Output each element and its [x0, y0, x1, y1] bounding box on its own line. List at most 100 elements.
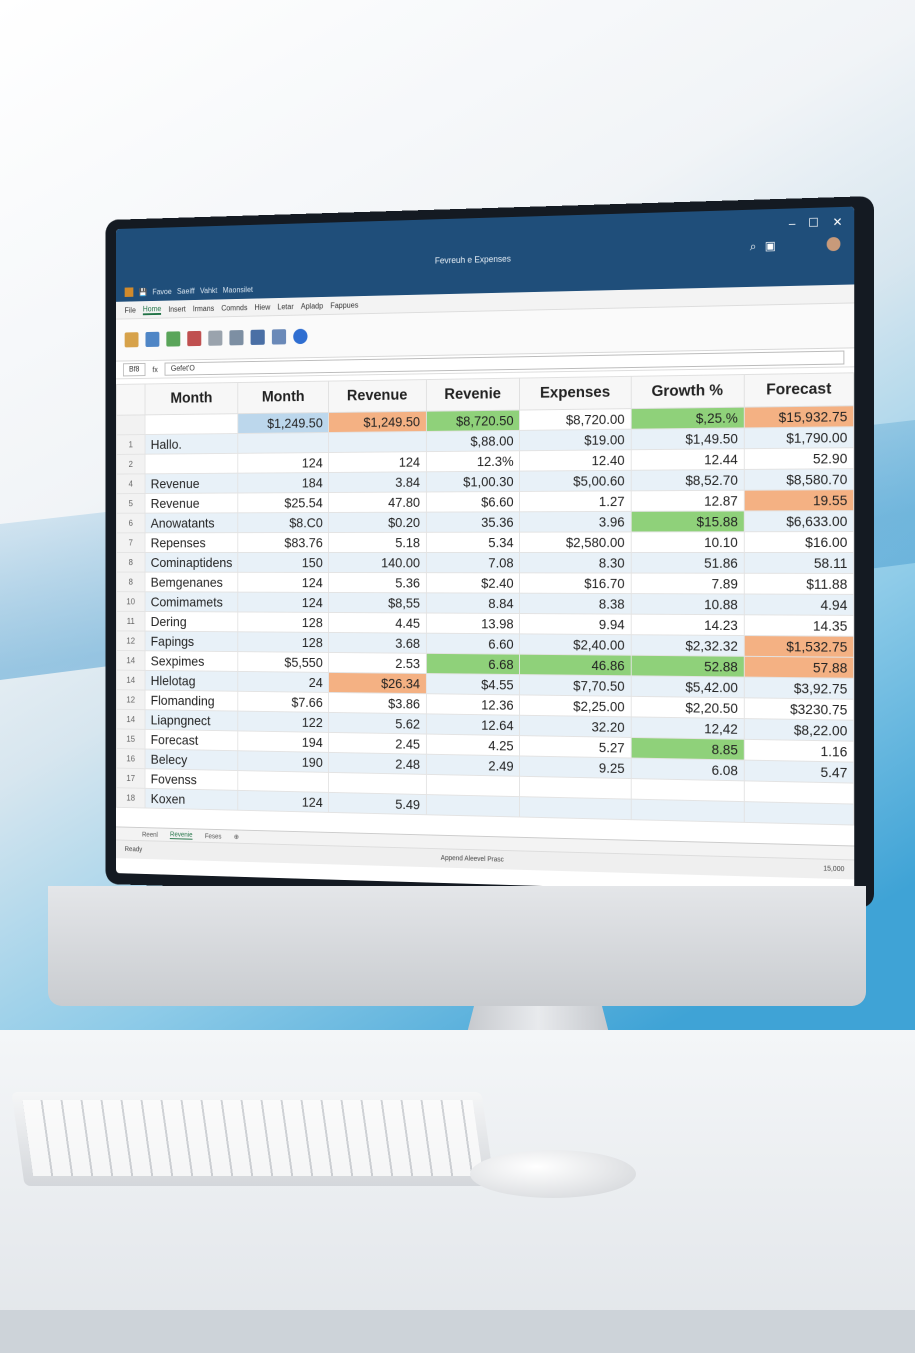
- cell[interactable]: 9.94: [519, 613, 631, 635]
- fill-color-icon[interactable]: [166, 331, 181, 347]
- cell[interactable]: Anowatants: [145, 512, 239, 533]
- cell[interactable]: 51.86: [630, 552, 745, 574]
- sort-filter-icon[interactable]: [271, 329, 287, 345]
- cell[interactable]: [145, 413, 239, 435]
- cell[interactable]: 6.60: [425, 633, 520, 655]
- row-number[interactable]: 12: [116, 630, 146, 651]
- cell[interactable]: 6.68: [425, 653, 520, 675]
- col-header[interactable]: Expenses: [519, 376, 631, 411]
- cell[interactable]: Flomanding: [145, 690, 239, 712]
- cell[interactable]: [519, 776, 631, 800]
- cell[interactable]: $3,92.75: [744, 677, 854, 700]
- tab-file[interactable]: File: [125, 306, 136, 315]
- cell[interactable]: $15,932.75: [744, 405, 854, 428]
- cell[interactable]: 124: [238, 452, 329, 474]
- save-icon[interactable]: 💾: [139, 288, 148, 297]
- cell[interactable]: [630, 778, 745, 802]
- cell[interactable]: Repenses: [145, 532, 239, 553]
- cell[interactable]: $15.88: [630, 510, 745, 532]
- tab-hiew[interactable]: Hiew: [255, 302, 271, 311]
- row-number[interactable]: 12: [116, 689, 146, 710]
- corner-cell[interactable]: [116, 383, 146, 416]
- cell[interactable]: Sexpimes: [145, 650, 239, 672]
- cell[interactable]: 1.16: [744, 739, 854, 763]
- tab-comnds[interactable]: Comnds: [221, 303, 247, 312]
- cell[interactable]: $19.00: [519, 429, 631, 451]
- cell[interactable]: $5,42.00: [630, 675, 745, 698]
- qa-item-3[interactable]: Vahkt: [200, 286, 217, 295]
- cell[interactable]: 58.11: [744, 552, 854, 574]
- cell[interactable]: $8,580.70: [744, 468, 854, 491]
- cell[interactable]: $7,70.50: [519, 674, 631, 697]
- cell[interactable]: 46.86: [519, 654, 631, 676]
- cell[interactable]: [630, 799, 745, 823]
- cell[interactable]: $16.00: [744, 531, 854, 553]
- cell[interactable]: 4.94: [744, 594, 854, 616]
- cell[interactable]: Dering: [145, 611, 239, 632]
- col-header[interactable]: Growth %: [630, 374, 745, 409]
- cell[interactable]: $,88.00: [425, 430, 520, 452]
- cell[interactable]: $2,40.00: [519, 633, 631, 656]
- cell[interactable]: 184: [238, 472, 329, 493]
- cell[interactable]: 6.08: [630, 758, 745, 781]
- cell[interactable]: 10.10: [630, 531, 745, 553]
- cell[interactable]: [425, 774, 520, 797]
- cell[interactable]: Liapngnect: [145, 709, 239, 731]
- cell[interactable]: Fapings: [145, 631, 239, 652]
- cell[interactable]: 2.48: [328, 752, 426, 775]
- cell[interactable]: 190: [238, 750, 329, 773]
- cell[interactable]: 5.27: [519, 735, 631, 759]
- cell[interactable]: 124: [238, 790, 329, 813]
- cell[interactable]: 2.45: [328, 732, 426, 755]
- cell[interactable]: Cominaptidens: [145, 552, 239, 573]
- cell[interactable]: 10.88: [630, 593, 745, 615]
- row-number[interactable]: 1: [116, 434, 146, 455]
- cell[interactable]: 52.90: [744, 447, 854, 470]
- cell-styles-icon[interactable]: [229, 330, 244, 346]
- row-number[interactable]: 14: [116, 670, 146, 691]
- sheet-tab-revenie[interactable]: Revenie: [170, 831, 193, 840]
- paste-icon[interactable]: [124, 332, 139, 348]
- cell[interactable]: 8.85: [630, 737, 745, 761]
- tab-fappues[interactable]: Fappues: [330, 300, 358, 309]
- ideas-icon[interactable]: [293, 328, 308, 345]
- row-number[interactable]: 8: [116, 552, 146, 573]
- cell[interactable]: 2.49: [425, 754, 520, 777]
- cell[interactable]: 9.25: [519, 755, 631, 779]
- col-header[interactable]: Month: [238, 381, 329, 414]
- cell[interactable]: 8.84: [425, 592, 520, 614]
- cell[interactable]: 3.68: [328, 632, 426, 654]
- cell[interactable]: 5.62: [328, 712, 426, 735]
- cell[interactable]: $1,249.50: [238, 412, 329, 434]
- cell[interactable]: $0.20: [328, 512, 426, 533]
- font-icon[interactable]: [145, 331, 160, 348]
- cell[interactable]: $5,550: [238, 651, 329, 673]
- cell[interactable]: 14.35: [744, 614, 854, 637]
- cell[interactable]: 194: [238, 730, 329, 753]
- row-number[interactable]: 14: [116, 650, 146, 671]
- cell[interactable]: $2,580.00: [519, 531, 631, 553]
- cell[interactable]: 5.18: [328, 532, 426, 553]
- qa-item-4[interactable]: Maonsilet: [223, 285, 253, 294]
- cell[interactable]: 8.38: [519, 593, 631, 615]
- row-number[interactable]: 4: [116, 473, 146, 494]
- cell[interactable]: [425, 794, 520, 817]
- row-number[interactable]: 15: [116, 728, 146, 750]
- tab-home[interactable]: Home: [142, 304, 162, 315]
- maximize-button[interactable]: ☐: [808, 216, 819, 230]
- cell[interactable]: $3230.75: [744, 697, 854, 721]
- cell[interactable]: 57.88: [744, 656, 854, 679]
- cell[interactable]: $1,249.50: [328, 411, 426, 433]
- cell[interactable]: 140.00: [328, 552, 426, 573]
- cell[interactable]: 12.40: [519, 449, 631, 472]
- cell[interactable]: 150: [238, 552, 329, 573]
- cell[interactable]: 124: [238, 592, 329, 613]
- cell[interactable]: 4.25: [425, 734, 520, 756]
- cell[interactable]: Hallo.: [145, 433, 239, 455]
- cell[interactable]: $16.70: [519, 572, 631, 594]
- cell[interactable]: $1,00.30: [425, 471, 520, 492]
- name-box[interactable]: Bf8: [122, 362, 146, 377]
- table-format-icon[interactable]: [208, 330, 223, 346]
- cell[interactable]: $8,52.70: [630, 469, 745, 491]
- cell[interactable]: [744, 801, 854, 826]
